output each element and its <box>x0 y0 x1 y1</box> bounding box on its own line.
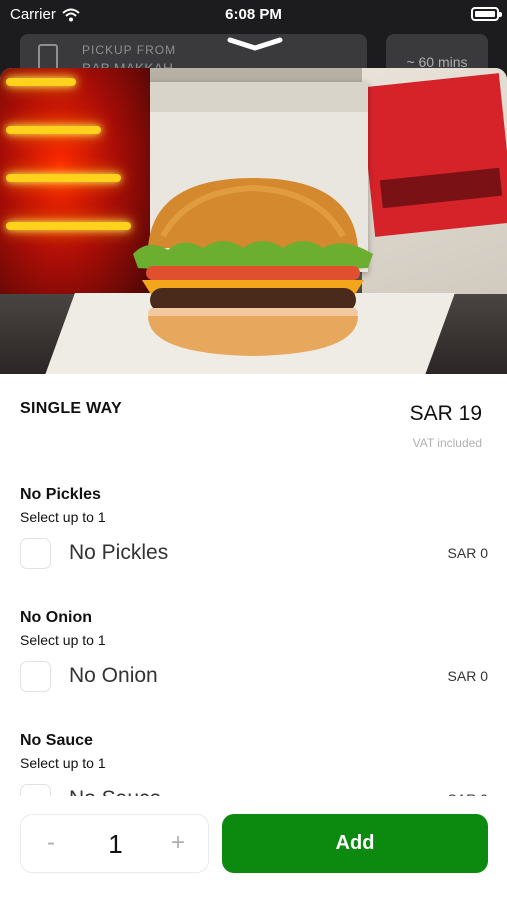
clock: 6:08 PM <box>225 6 282 23</box>
option-group-title: No Sauce <box>20 732 93 749</box>
burger-illustration <box>133 178 373 356</box>
option-group-subtitle: Select up to 1 <box>20 632 106 648</box>
status-bar: Carrier 6:08 PM <box>0 0 507 30</box>
bottom-action-bar: - 1 + Add <box>0 796 507 900</box>
option-price: SAR 0 <box>447 668 488 684</box>
option-row-no-onion[interactable]: No Onion SAR 0 <box>20 660 488 694</box>
item-price: SAR 19 <box>409 402 482 425</box>
option-group-title: No Onion <box>20 609 92 626</box>
quantity-stepper: - 1 + <box>20 814 209 873</box>
option-group-title: No Pickles <box>20 486 101 503</box>
option-group-subtitle: Select up to 1 <box>20 755 106 771</box>
option-group-subtitle: Select up to 1 <box>20 509 106 525</box>
pickup-label: PICKUP FROM <box>82 43 177 57</box>
checkbox[interactable] <box>20 538 51 569</box>
option-row-no-pickles[interactable]: No Pickles SAR 0 <box>20 537 488 571</box>
increment-button[interactable]: + <box>158 829 198 857</box>
option-price: SAR 0 <box>447 545 488 561</box>
battery-icon <box>471 7 502 21</box>
option-label: No Onion <box>69 664 158 687</box>
product-image <box>0 68 507 374</box>
item-name: SINGLE WAY <box>20 400 122 417</box>
pickup-store-icon <box>38 44 58 70</box>
vat-note: VAT included <box>412 436 482 450</box>
option-label: No Pickles <box>69 541 169 564</box>
add-to-cart-button[interactable]: Add <box>222 814 488 873</box>
product-sheet: SINGLE WAY SAR 19 VAT included No Pickle… <box>0 68 507 900</box>
chevron-down-icon[interactable] <box>227 36 283 52</box>
checkbox[interactable] <box>20 661 51 692</box>
